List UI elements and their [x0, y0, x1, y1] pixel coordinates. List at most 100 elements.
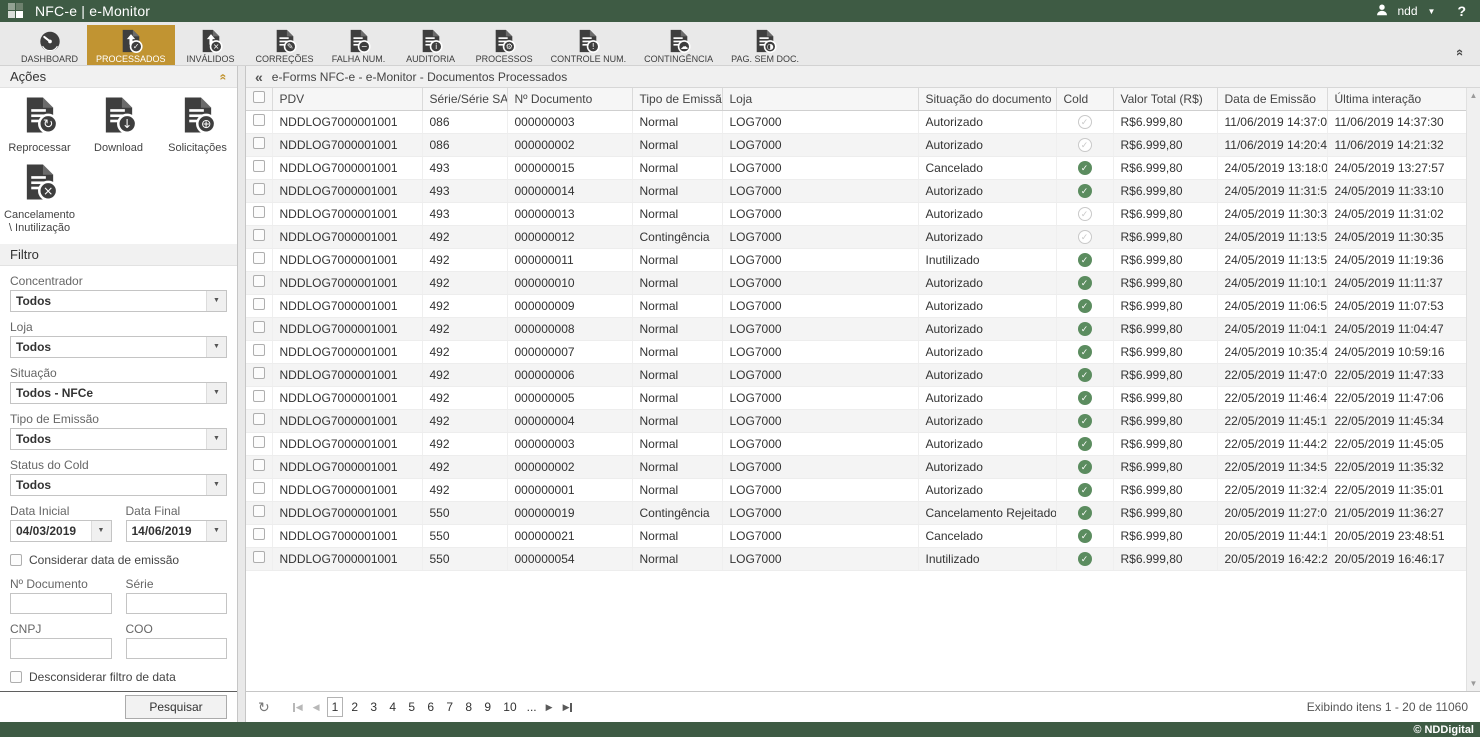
- cnpj-input[interactable]: [10, 638, 112, 659]
- tipo-de-emissao-select[interactable]: Todos ▼: [10, 428, 227, 450]
- tab-processos[interactable]: ⚙ PROCESSOS: [467, 25, 542, 65]
- table-row[interactable]: NDDLOG7000001001492000000004NormalLOG700…: [246, 409, 1466, 432]
- select-all-checkbox[interactable]: [253, 91, 265, 103]
- row-checkbox[interactable]: [253, 528, 265, 540]
- tab-pag-sem-doc[interactable]: ◑ PAG. SEM DOC.: [722, 25, 808, 65]
- page-button[interactable]: 9: [480, 698, 495, 716]
- table-row[interactable]: NDDLOG7000001001086000000003NormalLOG700…: [246, 110, 1466, 133]
- row-checkbox[interactable]: [253, 275, 265, 287]
- table-row[interactable]: NDDLOG7000001001493000000014NormalLOG700…: [246, 179, 1466, 202]
- row-checkbox[interactable]: [253, 505, 265, 517]
- row-checkbox[interactable]: [253, 321, 265, 333]
- sidebar-splitter[interactable]: [238, 66, 245, 722]
- situacao-select[interactable]: Todos - NFCe ▼: [10, 382, 227, 404]
- tab-falha-num[interactable]: − FALHA NUM.: [323, 25, 395, 65]
- table-row[interactable]: NDDLOG7000001001492000000001NormalLOG700…: [246, 478, 1466, 501]
- table-row[interactable]: NDDLOG7000001001492000000011NormalLOG700…: [246, 248, 1466, 271]
- page-button[interactable]: 5: [404, 698, 419, 716]
- dropdown-arrow-icon[interactable]: ▼: [206, 475, 226, 495]
- concentrador-select[interactable]: Todos ▼: [10, 290, 227, 312]
- table-row[interactable]: NDDLOG7000001001550000000054NormalLOG700…: [246, 547, 1466, 570]
- column-header-serie-serie-sat[interactable]: Série/Série SAT: [422, 88, 507, 110]
- row-checkbox[interactable]: [253, 252, 265, 264]
- last-page-button[interactable]: ▶: [563, 702, 573, 713]
- calendar-dropdown-icon[interactable]: ▼: [91, 521, 111, 541]
- first-page-button[interactable]: ◀: [293, 702, 303, 713]
- table-row[interactable]: NDDLOG7000001001492000000007NormalLOG700…: [246, 340, 1466, 363]
- tab-dashboard[interactable]: DASHBOARD: [12, 25, 87, 65]
- table-row[interactable]: NDDLOG7000001001492000000012Contingência…: [246, 225, 1466, 248]
- user-menu-caret-icon[interactable]: ▼: [1428, 7, 1436, 16]
- scroll-down-icon[interactable]: ▼: [1470, 679, 1478, 688]
- page-button[interactable]: 10: [499, 698, 520, 716]
- row-checkbox[interactable]: [253, 298, 265, 310]
- table-row[interactable]: NDDLOG7000001001550000000021NormalLOG700…: [246, 524, 1466, 547]
- row-checkbox[interactable]: [253, 436, 265, 448]
- row-checkbox[interactable]: [253, 367, 265, 379]
- row-checkbox[interactable]: [253, 137, 265, 149]
- n-documento-input[interactable]: [10, 593, 112, 614]
- data-final-input[interactable]: 14/06/2019 ▼: [126, 520, 228, 542]
- desconsiderar-filtro-data-checkbox[interactable]: [10, 671, 22, 683]
- row-checkbox[interactable]: [253, 114, 265, 126]
- dropdown-arrow-icon[interactable]: ▼: [206, 291, 226, 311]
- page-button[interactable]: 2: [347, 698, 362, 716]
- calendar-dropdown-icon[interactable]: ▼: [206, 521, 226, 541]
- row-checkbox[interactable]: [253, 229, 265, 241]
- tab-invalidos[interactable]: × INVÁLIDOS: [175, 25, 247, 65]
- refresh-button[interactable]: ↻: [258, 699, 270, 716]
- action-cancelamento-inutilizacao[interactable]: × Cancelamento \ Inutilização: [0, 163, 79, 235]
- next-page-button[interactable]: ▶: [546, 702, 553, 713]
- loja-select[interactable]: Todos ▼: [10, 336, 227, 358]
- table-row[interactable]: NDDLOG7000001001493000000015NormalLOG700…: [246, 156, 1466, 179]
- row-checkbox[interactable]: [253, 160, 265, 172]
- table-row[interactable]: NDDLOG7000001001492000000005NormalLOG700…: [246, 386, 1466, 409]
- column-header-situacao-do-documento[interactable]: Situação do documento: [918, 88, 1056, 110]
- actions-collapse-button[interactable]: «: [220, 70, 227, 84]
- column-header-tipo-de-emissao[interactable]: Tipo de Emissão: [632, 88, 722, 110]
- page-button[interactable]: 8: [461, 698, 476, 716]
- table-row[interactable]: NDDLOG7000001001492000000002NormalLOG700…: [246, 455, 1466, 478]
- row-checkbox[interactable]: [253, 459, 265, 471]
- row-checkbox[interactable]: [253, 344, 265, 356]
- column-header-n-documento[interactable]: Nº Documento: [507, 88, 632, 110]
- dropdown-arrow-icon[interactable]: ▼: [206, 429, 226, 449]
- user-menu[interactable]: ndd: [1397, 4, 1417, 18]
- toolbar-collapse-button[interactable]: «: [1457, 45, 1464, 60]
- table-row[interactable]: NDDLOG7000001001492000000006NormalLOG700…: [246, 363, 1466, 386]
- row-checkbox[interactable]: [253, 183, 265, 195]
- action-solicitacoes[interactable]: ⊕ Solicitações: [158, 96, 237, 155]
- tab-correcoes[interactable]: ✎ CORREÇÕES: [247, 25, 323, 65]
- tab-auditoria[interactable]: i AUDITORIA: [395, 25, 467, 65]
- table-row[interactable]: NDDLOG7000001001550000000019Contingência…: [246, 501, 1466, 524]
- data-inicial-input[interactable]: 04/03/2019 ▼: [10, 520, 112, 542]
- coo-input[interactable]: [126, 638, 228, 659]
- scroll-up-icon[interactable]: ▲: [1470, 91, 1478, 100]
- page-button[interactable]: 6: [423, 698, 438, 716]
- table-row[interactable]: NDDLOG7000001001492000000009NormalLOG700…: [246, 294, 1466, 317]
- dropdown-arrow-icon[interactable]: ▼: [206, 337, 226, 357]
- row-checkbox[interactable]: [253, 206, 265, 218]
- prev-page-button[interactable]: ◀: [313, 702, 320, 713]
- page-button[interactable]: 4: [385, 698, 400, 716]
- column-header-valor-total-r[interactable]: Valor Total (R$): [1113, 88, 1217, 110]
- row-checkbox[interactable]: [253, 551, 265, 563]
- table-row[interactable]: NDDLOG7000001001493000000013NormalLOG700…: [246, 202, 1466, 225]
- tab-processados[interactable]: ✓ PROCESSADOS: [87, 25, 175, 65]
- help-button[interactable]: ?: [1457, 3, 1466, 19]
- row-checkbox[interactable]: [253, 413, 265, 425]
- column-header-cold[interactable]: Cold: [1056, 88, 1113, 110]
- tab-controle-num[interactable]: ! CONTROLE NUM.: [542, 25, 636, 65]
- action-reprocessar[interactable]: ↻ Reprocessar: [0, 96, 79, 155]
- page-button[interactable]: 7: [442, 698, 457, 716]
- collapse-sidebar-icon[interactable]: «: [255, 69, 263, 85]
- column-header-data-de-emissao[interactable]: Data de Emissão: [1217, 88, 1327, 110]
- page-button-current[interactable]: 1: [327, 697, 344, 717]
- row-checkbox[interactable]: [253, 390, 265, 402]
- row-checkbox[interactable]: [253, 482, 265, 494]
- vertical-scrollbar[interactable]: ▲ ▼: [1466, 88, 1480, 691]
- column-header-pdv[interactable]: PDV: [272, 88, 422, 110]
- pesquisar-button[interactable]: Pesquisar: [125, 695, 227, 719]
- table-row[interactable]: NDDLOG7000001001492000000010NormalLOG700…: [246, 271, 1466, 294]
- action-download[interactable]: ↓ Download: [79, 96, 158, 155]
